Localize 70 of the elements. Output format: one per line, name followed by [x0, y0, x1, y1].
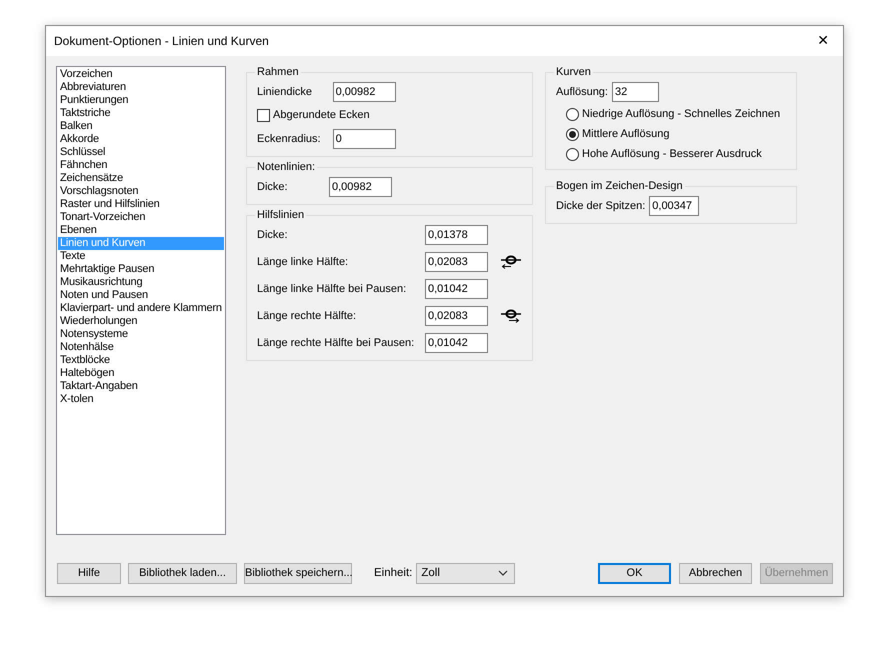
- radio-button[interactable]: [566, 108, 579, 121]
- radio-button[interactable]: [566, 128, 579, 141]
- list-item[interactable]: Schlüssel: [58, 146, 224, 159]
- list-item[interactable]: Texte: [58, 250, 224, 263]
- list-item[interactable]: Musikausrichtung: [58, 276, 224, 289]
- group-title: Bogen im Zeichen-Design: [555, 180, 684, 192]
- input-field[interactable]: 0: [332, 129, 396, 149]
- field-label: Dicke der Spitzen:: [556, 198, 646, 214]
- list-item[interactable]: Balken: [58, 120, 224, 133]
- checkbox-label: Abgerundete Ecken: [273, 108, 370, 123]
- input-field[interactable]: 0,00982: [332, 82, 396, 102]
- list-item[interactable]: Noten und Pausen: [58, 289, 224, 302]
- list-item[interactable]: Akkorde: [58, 133, 224, 146]
- footer-button[interactable]: OK: [598, 562, 671, 584]
- list-item[interactable]: Fähnchen: [58, 159, 224, 172]
- field-label: Eckenradius:: [257, 132, 321, 146]
- footer-button[interactable]: Bibliothek laden...: [128, 562, 237, 584]
- field-label: Länge rechte Hälfte:: [257, 308, 358, 324]
- input-field[interactable]: 0,02083: [425, 252, 488, 272]
- list-item[interactable]: Tonart-Vorzeichen: [58, 211, 224, 224]
- window-title: Dokument-Optionen - Linien und Kurven: [54, 34, 269, 48]
- list-item[interactable]: Raster und Hilfslinien: [58, 198, 224, 211]
- field-label: Dicke:: [257, 180, 289, 194]
- group-title: Hilfslinien: [256, 209, 306, 221]
- list-item[interactable]: Haltebögen: [58, 367, 224, 380]
- list-item[interactable]: X-tolen: [58, 393, 224, 406]
- line-left-arrow-icon: [500, 255, 522, 269]
- input-field[interactable]: 0,01042: [425, 333, 488, 353]
- input-field[interactable]: 0,01378: [425, 225, 488, 245]
- footer-button[interactable]: Bibliothek speichern...: [244, 562, 352, 584]
- list-item[interactable]: Punktierungen: [58, 94, 224, 107]
- list-item[interactable]: Taktstriche: [58, 107, 224, 120]
- close-button[interactable]: ✕: [813, 31, 833, 51]
- field-label: Liniendicke: [257, 84, 314, 100]
- list-item[interactable]: Klavierpart- und andere Klammern: [58, 302, 224, 315]
- list-item[interactable]: Taktart-Angaben: [58, 380, 224, 393]
- list-item[interactable]: Mehrtaktige Pausen: [58, 263, 224, 276]
- input-field[interactable]: 0,00347: [649, 196, 700, 216]
- group-title: Rahmen: [256, 66, 300, 78]
- field-label: Auflösung:: [556, 84, 608, 100]
- field-label: Dicke:: [257, 228, 289, 242]
- field-label: Länge linke Hälfte bei Pausen:: [257, 282, 408, 296]
- list-item[interactable]: Abbreviaturen: [58, 81, 224, 94]
- radio-label: Mittlere Auflösung: [582, 127, 670, 142]
- field-label: Länge rechte Hälfte bei Pausen:: [257, 336, 413, 350]
- list-item[interactable]: Textblöcke: [58, 354, 224, 367]
- footer-button[interactable]: Abbrechen: [679, 562, 752, 584]
- unit-label: Einheit:: [374, 567, 412, 579]
- list-item[interactable]: Notensysteme: [58, 328, 224, 341]
- list-item[interactable]: Ebenen: [58, 224, 224, 237]
- chevron-down-icon: [498, 570, 508, 576]
- input-field[interactable]: 0,00982: [329, 177, 392, 197]
- checkbox[interactable]: [257, 109, 270, 122]
- list-item[interactable]: Vorschlagsnoten: [58, 185, 224, 198]
- field-label: Länge linke Hälfte:: [257, 254, 350, 270]
- input-field[interactable]: 32: [612, 82, 659, 102]
- line-right-arrow-icon: [500, 309, 522, 323]
- group-title: Kurven: [555, 66, 592, 78]
- group-title: Notenlinien:: [256, 161, 316, 173]
- radio-button[interactable]: [566, 148, 579, 161]
- list-item[interactable]: Wiederholungen: [58, 315, 224, 328]
- radio-label: Hohe Auflösung - Besserer Ausdruck: [582, 147, 762, 162]
- input-field[interactable]: 0,02083: [425, 306, 488, 326]
- radio-label: Niedrige Auflösung - Schnelles Zeichnen: [582, 107, 780, 122]
- input-field[interactable]: 0,01042: [425, 279, 488, 299]
- list-item[interactable]: Notenhälse: [58, 341, 224, 354]
- unit-dropdown[interactable]: Zoll: [416, 562, 516, 584]
- list-item[interactable]: Vorzeichen: [58, 68, 224, 81]
- footer-button[interactable]: Hilfe: [57, 562, 121, 584]
- list-item[interactable]: Zeichensätze: [58, 172, 224, 185]
